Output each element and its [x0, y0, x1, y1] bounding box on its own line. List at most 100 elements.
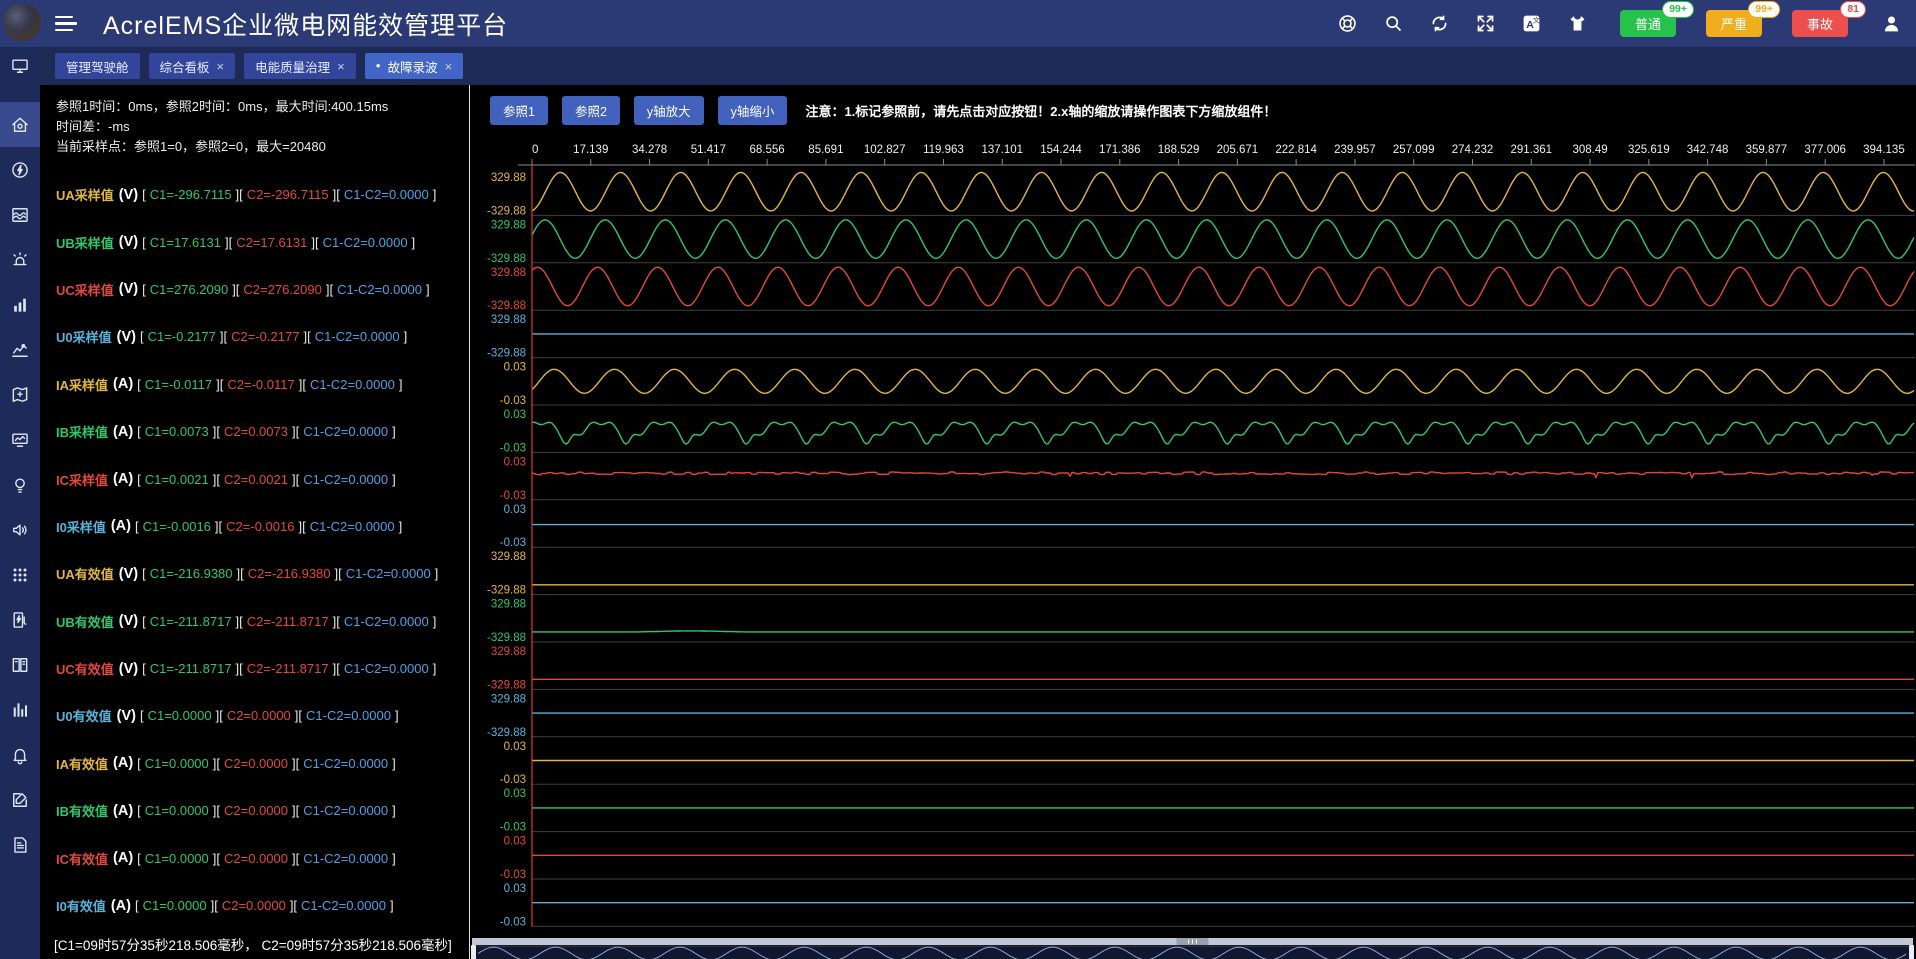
- sidebar-item-bulb[interactable]: [0, 462, 40, 507]
- channel-unit: (A): [113, 471, 133, 487]
- trend-chart-icon: [10, 340, 30, 360]
- channel-row-IC采样值[interactable]: IC采样值(A)[ C1=0.0021 ][C2=0.0021 ][C1-C2=…: [56, 455, 469, 502]
- sidebar-item-trend-chart[interactable]: [0, 327, 40, 372]
- sidebar-item-audio-doc[interactable]: [0, 822, 40, 867]
- refresh-icon[interactable]: [1428, 13, 1450, 35]
- avatar[interactable]: [3, 3, 41, 41]
- theme-shirt-icon[interactable]: [1566, 13, 1588, 35]
- channel-row-U0采样值[interactable]: U0采样值(V)[ C1=-0.2177 ][C2=-0.2177 ][C1-C…: [56, 313, 469, 360]
- alarm-badge-事故[interactable]: 事故81: [1792, 10, 1848, 37]
- x-tick-label: 0: [532, 144, 538, 156]
- channel-unit: (V): [119, 234, 138, 250]
- waveform-trace-UB有效值: [532, 631, 1914, 632]
- bracket: [: [137, 851, 141, 866]
- y-max-label: 329.88: [491, 599, 526, 611]
- map-icon: [10, 385, 30, 405]
- datazoom-preview[interactable]: [472, 946, 1913, 959]
- diff-value: C1-C2=0.0000: [344, 614, 429, 629]
- y-min-label: -0.03: [500, 774, 526, 786]
- channel-row-UC采样值[interactable]: UC采样值(V)[ C1=276.2090 ][C2=276.2090 ][C1…: [56, 266, 469, 313]
- bracket: ][: [333, 187, 340, 202]
- sidebar-item-building[interactable]: [0, 687, 40, 732]
- x-tick-label: 308.49: [1572, 144, 1607, 156]
- tab-故障录波[interactable]: ●故障录波×: [365, 53, 463, 79]
- sidebar-item-edit[interactable]: [0, 777, 40, 822]
- channel-row-IB有效值[interactable]: IB有效值(A)[ C1=0.0000 ][C2=0.0000 ][C1-C2=…: [56, 787, 469, 834]
- alarm-badge-严重[interactable]: 严重99+: [1706, 10, 1762, 37]
- sidebar-item-alarm-bell[interactable]: [0, 732, 40, 777]
- channel-row-IA采样值[interactable]: IA采样值(A)[ C1=-0.0117 ][C2=-0.0117 ][C1-C…: [56, 361, 469, 408]
- channel-name: IC采样值: [56, 470, 108, 489]
- tab-管理驾驶舱[interactable]: 管理驾驶舱: [55, 53, 140, 79]
- sidebar-item-charging-pile[interactable]: [0, 597, 40, 642]
- tab-close-icon[interactable]: ×: [337, 59, 345, 74]
- bracket: ]: [433, 187, 437, 202]
- chart-button-参照1[interactable]: 参照1: [490, 96, 548, 125]
- sidebar-item-energy[interactable]: [0, 147, 40, 192]
- c1-value: C1=-0.0016: [143, 519, 211, 534]
- channel-row-UA有效值[interactable]: UA有效值(V)[ C1=-216.9380 ][C2=-216.9380 ][…: [56, 550, 469, 597]
- sidebar-item-home[interactable]: [0, 102, 40, 147]
- chart-button-y轴缩小[interactable]: y轴缩小: [718, 96, 788, 125]
- bracket: ]: [426, 282, 430, 297]
- chart-button-y轴放大[interactable]: y轴放大: [634, 96, 704, 125]
- channel-row-IA有效值[interactable]: IA有效值(A)[ C1=0.0000 ][C2=0.0000 ][C1-C2=…: [56, 740, 469, 787]
- channel-row-I0有效值[interactable]: I0有效值(A)[ C1=0.0000 ][C2=0.0000 ][C1-C2=…: [56, 882, 469, 929]
- datazoom-right-handle[interactable]: [1909, 945, 1914, 959]
- diff-value: C1-C2=0.0000: [346, 566, 431, 581]
- badge-count: 81: [1840, 1, 1866, 18]
- badge-label: 严重: [1721, 14, 1747, 33]
- channel-row-UA采样值[interactable]: UA采样值(V)[ C1=-296.7115 ][C2=-296.7115 ][…: [56, 171, 469, 218]
- sidebar-item-wave-chart[interactable]: [0, 192, 40, 237]
- user-icon[interactable]: [1880, 13, 1902, 35]
- bracket: ]: [392, 803, 396, 818]
- tab-close-icon[interactable]: ×: [217, 59, 225, 74]
- bracket: ][: [292, 424, 299, 439]
- channel-row-UB有效值[interactable]: UB有效值(V)[ C1=-211.8717 ][C2=-211.8717 ][…: [56, 598, 469, 645]
- chart-button-参照2[interactable]: 参照2: [562, 96, 620, 125]
- tab-close-icon[interactable]: ×: [445, 59, 453, 74]
- c1-value: C1=0.0000: [145, 756, 209, 771]
- bracket: ]: [392, 756, 396, 771]
- sample-point-summary: 当前采样点：参照1=0，参照2=0，最大=20480: [56, 137, 469, 157]
- channel-row-UC有效值[interactable]: UC有效值(V)[ C1=-211.8717 ][C2=-211.8717 ][…: [56, 645, 469, 692]
- channel-row-U0有效值[interactable]: U0有效值(V)[ C1=0.0000 ][C2=0.0000 ][C1-C2=…: [56, 692, 469, 739]
- sidebar-item-app-grid[interactable]: [0, 552, 40, 597]
- tab-电能质量治理[interactable]: 电能质量治理×: [244, 53, 356, 79]
- x-tick-label: 85.691: [808, 144, 843, 156]
- channel-row-IC有效值[interactable]: IC有效值(A)[ C1=0.0000 ][C2=0.0000 ][C1-C2=…: [56, 834, 469, 881]
- channel-row-UB采样值[interactable]: UB采样值(V)[ C1=17.6131 ][C2=17.6131 ][C1-C…: [56, 218, 469, 265]
- sidebar-item-speaker[interactable]: [0, 507, 40, 552]
- fullscreen-icon[interactable]: [1474, 13, 1496, 35]
- channel-row-IB采样值[interactable]: IB采样值(A)[ C1=0.0073 ][C2=0.0073 ][C1-C2=…: [56, 408, 469, 455]
- translate-icon[interactable]: A文: [1520, 13, 1542, 35]
- x-tick-label: 257.099: [1393, 144, 1435, 156]
- dashboard-ring-icon[interactable]: [1336, 13, 1358, 35]
- channel-unit: (V): [117, 329, 136, 345]
- sidebar-item-alarm-siren[interactable]: [0, 237, 40, 282]
- alarm-badge-普通[interactable]: 普通99+: [1620, 10, 1676, 37]
- x-tick-label: 325.619: [1628, 144, 1670, 156]
- channel-row-I0采样值[interactable]: I0采样值(A)[ C1=-0.0016 ][C2=-0.0016 ][C1-C…: [56, 503, 469, 550]
- bracket: ]: [392, 424, 396, 439]
- measurement-panel: 参照1时间：0ms，参照2时间：0ms，最大时间:400.15ms 时间差：-m…: [40, 85, 470, 959]
- x-tick-label: 377.006: [1804, 144, 1846, 156]
- sidebar-item-map[interactable]: [0, 372, 40, 417]
- menu-toggle-icon[interactable]: [55, 16, 81, 32]
- sidebar-item-monitor[interactable]: [0, 47, 40, 85]
- waveform-trace-IC采样值: [532, 472, 1914, 478]
- bracket: ][: [292, 851, 299, 866]
- datazoom-left-handle[interactable]: [471, 945, 476, 959]
- app-grid-icon: [10, 565, 30, 585]
- y-min-label: -329.88: [487, 300, 526, 312]
- c2-value: C2=-296.7115: [247, 187, 329, 202]
- search-icon[interactable]: [1382, 13, 1404, 35]
- badge-label: 普通: [1635, 14, 1661, 33]
- sidebar-item-screen-chart[interactable]: [0, 417, 40, 462]
- y-max-label: 329.88: [491, 551, 526, 563]
- tab-综合看板[interactable]: 综合看板×: [149, 53, 236, 79]
- channel-unit: (A): [111, 898, 131, 914]
- sidebar-item-ledger[interactable]: [0, 642, 40, 687]
- sidebar-item-bar-chart[interactable]: [0, 282, 40, 327]
- waveform-chart[interactable]: 017.13934.27851.41768.55685.691102.82711…: [470, 85, 1915, 959]
